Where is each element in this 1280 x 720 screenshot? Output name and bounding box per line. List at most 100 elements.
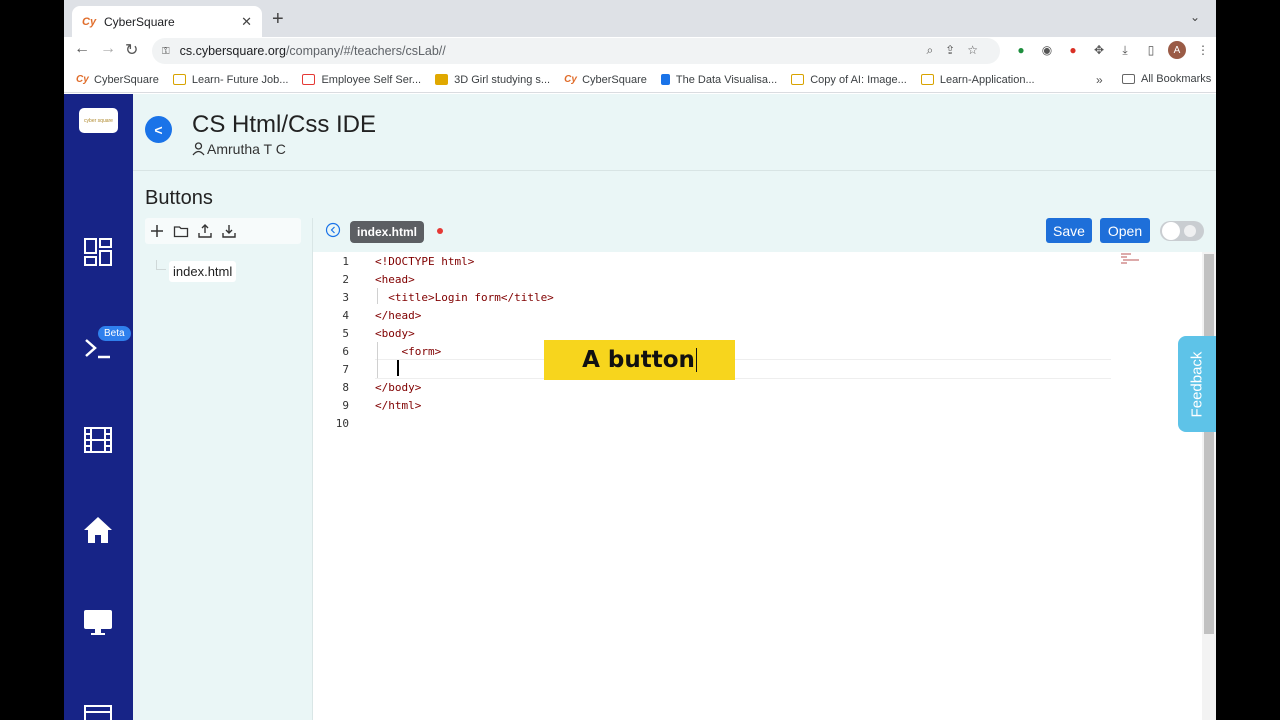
- film-icon[interactable]: [82, 424, 114, 456]
- code-line: </body>: [375, 381, 422, 394]
- code-line: </html>: [375, 399, 422, 412]
- chevron-left-icon: <: [154, 121, 163, 138]
- bookmark-item[interactable]: Cy CyberSquare: [564, 74, 647, 86]
- folder-icon: [172, 74, 186, 85]
- divider: [133, 170, 1216, 171]
- feedback-label: Feedback: [1188, 351, 1206, 417]
- collapse-explorer-icon[interactable]: [325, 222, 341, 238]
- new-folder-icon[interactable]: [173, 223, 189, 239]
- bookmarks-overflow-button[interactable]: »: [1096, 73, 1103, 87]
- close-tab-icon[interactable]: ✕: [241, 14, 252, 30]
- browser-toolbar: ← → ↻ ⚿ cs.cybersquare.org/company/#/tea…: [64, 37, 1216, 65]
- project-name: Buttons: [145, 187, 213, 209]
- page-title: CS Html/Css IDE: [192, 111, 377, 138]
- browser-tab[interactable]: Cy CyberSquare ✕: [72, 6, 262, 37]
- ide-app: cyber square Beta < CS Html/Css IDE Amru…: [64, 94, 1216, 720]
- open-button[interactable]: Open: [1100, 218, 1150, 243]
- monitor-icon[interactable]: [82, 606, 114, 638]
- user-icon: [192, 142, 205, 156]
- profile-avatar[interactable]: A: [1168, 41, 1186, 59]
- record-icon[interactable]: ●: [1064, 41, 1082, 59]
- line-number: 2: [342, 273, 349, 286]
- site-info-icon[interactable]: ⚿: [162, 46, 170, 57]
- beta-badge: Beta: [98, 326, 131, 341]
- bookmark-item[interactable]: Learn-Application...: [920, 74, 1035, 86]
- cybersquare-icon: Cy: [564, 74, 577, 85]
- code-line: <title>Login form</title>: [375, 291, 554, 304]
- tab-strip: Cy CyberSquare ✕ + ⌄: [64, 0, 1216, 37]
- line-number: 1: [342, 255, 349, 268]
- line-number: 8: [342, 381, 349, 394]
- browser-window: Cy CyberSquare ✕ + ⌄ ← → ↻ ⚿ cs.cybersqu…: [64, 0, 1216, 720]
- extension-icons: ● ◉ ● ✥ ⤓ ▯ A ⋮: [1012, 41, 1212, 59]
- reload-icon[interactable]: ↻: [125, 40, 138, 60]
- forward-arrow-icon[interactable]: →: [100, 40, 116, 58]
- zoom-share-star-icons[interactable]: ⌕⇪☆: [926, 43, 990, 58]
- url-host: cs.cybersquare.org: [179, 44, 286, 58]
- bookmark-item[interactable]: Copy of AI: Image...: [791, 74, 907, 86]
- line-number: 3: [342, 291, 349, 304]
- tab-index-html[interactable]: index.html: [350, 221, 425, 243]
- image-icon: [435, 74, 449, 85]
- cybersquare-favicon-icon: Cy: [82, 15, 97, 28]
- file-toolbar: [145, 218, 301, 244]
- line-number: 4: [342, 309, 349, 322]
- bookmark-item[interactable]: Cy CyberSquare: [76, 74, 159, 86]
- tree-connector: [156, 260, 166, 270]
- grammarly-icon[interactable]: ●: [1012, 41, 1030, 59]
- new-tab-icon[interactable]: +: [272, 8, 284, 31]
- text-cursor: [397, 360, 399, 376]
- code-line: <head>: [375, 273, 415, 286]
- sidebar: cyber square Beta: [64, 94, 133, 720]
- line-number: 10: [335, 417, 349, 430]
- current-line-highlight: [375, 359, 1111, 379]
- new-file-icon[interactable]: [149, 223, 165, 239]
- code-line: <!DOCTYPE html>: [375, 255, 475, 268]
- camera-icon[interactable]: ◉: [1038, 41, 1056, 59]
- side-panel-icon[interactable]: ▯: [1142, 41, 1160, 59]
- folder-icon: [791, 74, 805, 85]
- bookmark-item[interactable]: The Data Visualisa...: [660, 74, 777, 86]
- address-bar[interactable]: ⚿ cs.cybersquare.org/company/#/teachers/…: [152, 38, 1000, 64]
- code-line: </head>: [375, 309, 422, 322]
- back-button[interactable]: <: [145, 116, 172, 143]
- folder-icon: [920, 74, 934, 85]
- kebab-menu-icon[interactable]: ⋮: [1194, 41, 1212, 59]
- video-caption: A button: [544, 340, 735, 380]
- tab-title: CyberSquare: [104, 14, 175, 29]
- code-line: <form>: [375, 345, 442, 358]
- form-icon: [302, 74, 316, 85]
- save-button[interactable]: Save: [1046, 218, 1092, 243]
- download-icon[interactable]: [221, 223, 237, 239]
- line-number: 5: [342, 327, 349, 340]
- back-arrow-icon[interactable]: ←: [74, 40, 90, 58]
- line-number: 7: [342, 363, 349, 376]
- bookmark-item[interactable]: Learn- Future Job...: [172, 74, 288, 86]
- home-icon[interactable]: [82, 514, 114, 546]
- editor-scrollbar[interactable]: [1202, 252, 1216, 720]
- cybersquare-icon: Cy: [76, 74, 89, 85]
- code-line: <body>: [375, 327, 415, 340]
- author: Amrutha T C: [192, 141, 286, 157]
- dashboard-icon[interactable]: [82, 236, 114, 268]
- chevron-down-icon[interactable]: ⌄: [1190, 10, 1200, 24]
- author-name: Amrutha T C: [207, 141, 286, 157]
- download-icon[interactable]: ⤓: [1116, 41, 1134, 59]
- code-editor[interactable]: 1 2 3 4 5 6 7 8 9 10 <!DOCTYPE html> <he…: [313, 252, 1202, 720]
- puzzle-icon[interactable]: ✥: [1090, 41, 1108, 59]
- all-bookmarks-button[interactable]: All Bookmarks: [1122, 73, 1211, 85]
- upload-icon[interactable]: [197, 223, 213, 239]
- scrollbar-thumb[interactable]: [1204, 254, 1214, 634]
- url-path: /company/#/teachers/csLab//: [285, 44, 446, 58]
- bookmark-item[interactable]: 3D Girl studying s...: [435, 74, 550, 86]
- bookmark-item[interactable]: Employee Self Ser...: [302, 74, 421, 86]
- logo[interactable]: cyber square: [79, 108, 118, 133]
- feedback-tab[interactable]: Feedback: [1178, 336, 1216, 432]
- minimap[interactable]: [1119, 252, 1149, 272]
- line-number: 9: [342, 399, 349, 412]
- theme-toggle[interactable]: [1160, 221, 1204, 241]
- chart-icon: [660, 74, 670, 85]
- file-tree-item[interactable]: index.html: [169, 261, 237, 282]
- unsaved-indicator: [437, 228, 443, 234]
- document-icon[interactable]: [82, 702, 114, 720]
